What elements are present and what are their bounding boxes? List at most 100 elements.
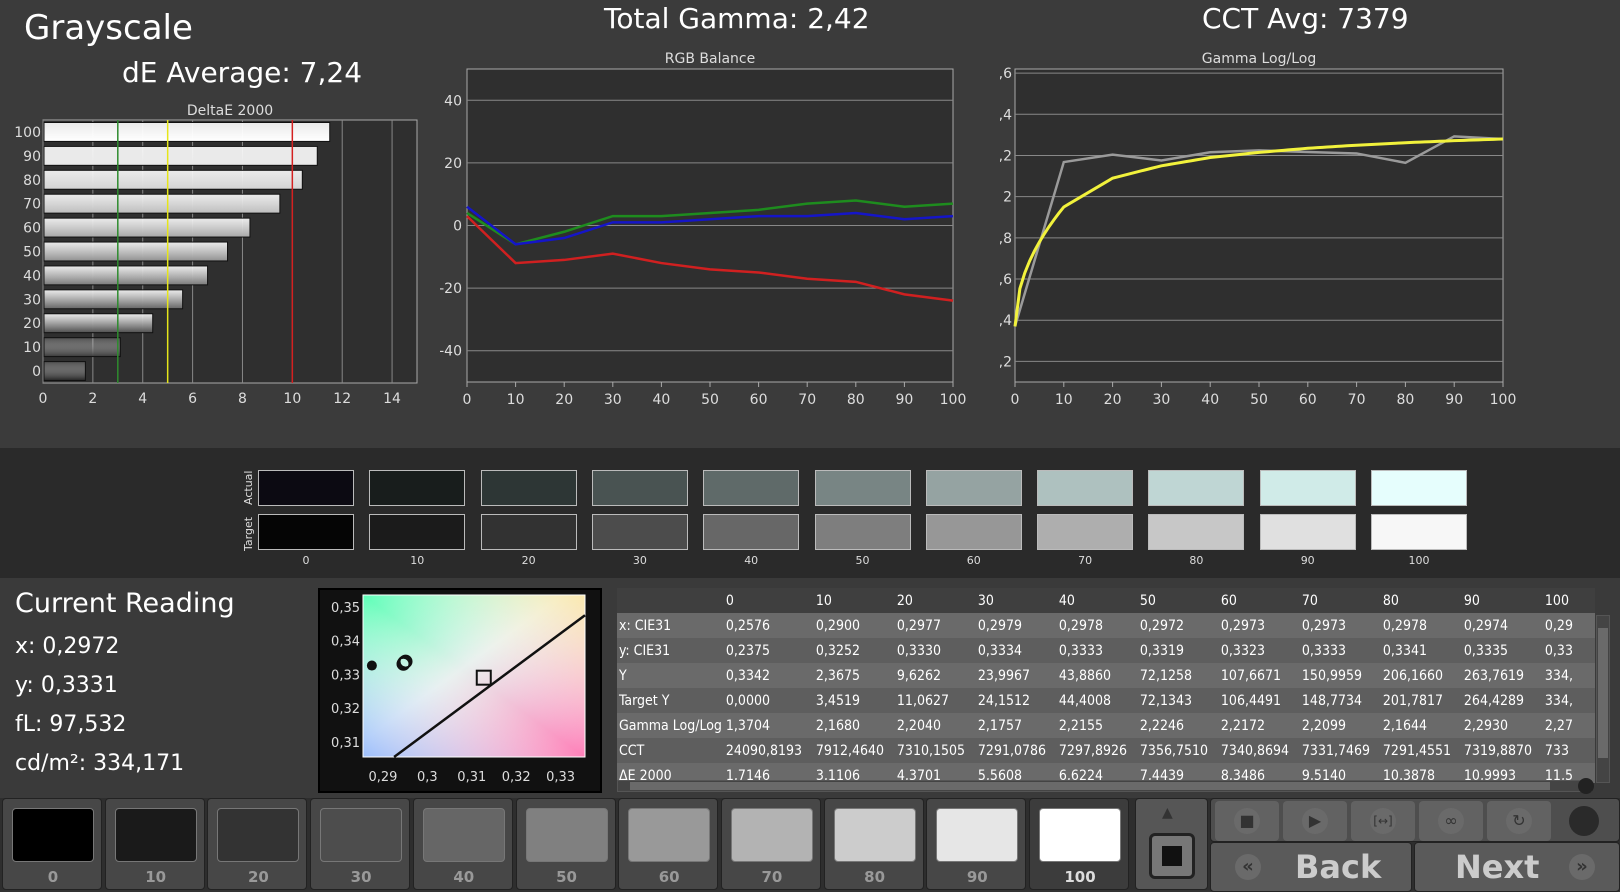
scroll-thumb[interactable] bbox=[1598, 628, 1608, 758]
table-cell: 24090,8193 bbox=[725, 742, 803, 759]
patch-tile[interactable]: 20 bbox=[207, 798, 308, 890]
table-cell: 2,1644 bbox=[1382, 717, 1427, 734]
patch-stepper[interactable]: ▲ bbox=[1135, 798, 1208, 890]
row-label: y: CIE31 bbox=[619, 642, 671, 659]
play-icon: ▶ bbox=[1302, 808, 1328, 834]
patch-chip[interactable] bbox=[936, 808, 1019, 862]
swatch-panel: Actual Target 0 10 20 30 40 50 60 70 80 90 100 bbox=[0, 448, 1620, 578]
patch-tile[interactable]: 30 bbox=[310, 798, 411, 890]
patch-chip[interactable] bbox=[217, 808, 300, 862]
next-button[interactable]: Next » bbox=[1414, 842, 1620, 892]
patch-chip[interactable] bbox=[320, 808, 403, 862]
patch-tile[interactable]: 80 bbox=[823, 798, 924, 890]
hscroll-thumb[interactable] bbox=[630, 782, 1550, 790]
patch-tile[interactable]: 10 bbox=[104, 798, 205, 890]
table-row[interactable]: Gamma Log/Log 1,3704 2,1680 2,2040 2,1757 2,2… bbox=[617, 713, 1595, 738]
column-header: 60 bbox=[1220, 592, 1237, 609]
actual-swatch bbox=[258, 470, 354, 506]
play-button[interactable]: ▶ bbox=[1283, 801, 1347, 841]
table-row[interactable]: y: CIE31 0,2375 0,3252 0,3330 0,3334 0,3333 0,… bbox=[617, 638, 1595, 663]
actual-swatch bbox=[1037, 470, 1134, 506]
y-tick-label: 80 bbox=[23, 173, 41, 189]
x-tick-label: 0,32 bbox=[502, 770, 531, 785]
table-row[interactable]: CCT 24090,8193 7912,4640 7310,1505 7291,0786… bbox=[617, 738, 1595, 763]
table-cell: 0,0000 bbox=[725, 692, 770, 709]
patch-tile[interactable]: 100 bbox=[1029, 798, 1129, 890]
table-cell: 0,2977 bbox=[896, 617, 941, 634]
patch-tile[interactable]: 60 bbox=[618, 798, 719, 890]
table-cell: 0,3341 bbox=[1382, 642, 1427, 659]
target-swatch bbox=[258, 514, 354, 550]
table-cell: 0,3333 bbox=[1058, 642, 1103, 659]
back-button[interactable]: « Back bbox=[1210, 842, 1412, 892]
table-cell: 733 bbox=[1544, 742, 1569, 759]
up-arrow-icon[interactable]: ▲ bbox=[1162, 805, 1173, 821]
table-cell: 264,4289 bbox=[1463, 692, 1525, 709]
swatch-label: 0 bbox=[302, 554, 310, 567]
y-tick-label: 2,4 bbox=[1000, 107, 1012, 123]
y-tick-label: 0 bbox=[453, 219, 462, 235]
y-tick-label: 50 bbox=[23, 245, 41, 261]
patch-tile[interactable]: 0 bbox=[2, 798, 102, 890]
de-average: dE Average: 7,24 bbox=[122, 56, 363, 89]
column-header: 100 bbox=[1544, 592, 1569, 609]
row-label: x: CIE31 bbox=[619, 617, 672, 634]
deltae-bar bbox=[43, 265, 209, 286]
swatch-label: 100 bbox=[1408, 554, 1430, 567]
table-cell: 0,2974 bbox=[1463, 617, 1508, 634]
patch-chip[interactable] bbox=[114, 808, 197, 862]
actual-swatch bbox=[591, 470, 688, 506]
patch-chip[interactable] bbox=[730, 808, 813, 862]
table-row[interactable]: Y 0,3342 2,3675 9,6262 23,9967 43,8860 72,1258… bbox=[617, 663, 1595, 688]
target-swatch bbox=[480, 514, 577, 550]
y-tick-label: 2 bbox=[1003, 190, 1012, 206]
reading-title: Current Reading bbox=[15, 588, 235, 619]
patch-tile[interactable]: 70 bbox=[720, 798, 821, 890]
loop-button[interactable]: ∞ bbox=[1419, 801, 1483, 841]
table-cell: 0,2973 bbox=[1301, 617, 1346, 634]
patch-tile[interactable]: 40 bbox=[412, 798, 513, 890]
swatch-label: 80 bbox=[1189, 554, 1204, 567]
patch-tile[interactable]: 90 bbox=[926, 798, 1027, 890]
y-tick-label: 40 bbox=[444, 93, 462, 109]
x-tick-label: 0 bbox=[39, 391, 48, 407]
table-cell: 107,6671 bbox=[1220, 667, 1282, 684]
y-tick-label: 90 bbox=[23, 149, 41, 165]
patch-tile[interactable]: 50 bbox=[515, 798, 616, 890]
y-tick-label: 0,34 bbox=[331, 635, 360, 650]
stop-button[interactable]: ■ bbox=[1215, 801, 1279, 841]
refresh-icon: ↻ bbox=[1506, 808, 1532, 834]
x-tick-label: 10 bbox=[1055, 392, 1073, 408]
patch-chip[interactable] bbox=[628, 808, 711, 862]
table-cell: 0,2900 bbox=[815, 617, 860, 634]
table-row[interactable]: x: CIE31 0,2576 0,2900 0,2977 0,2979 0,2978 0,… bbox=[617, 613, 1595, 638]
data-table[interactable]: 0 10 20 30 40 50 60 70 80 90 100 x: CIE31 0,2576 0,29… bbox=[617, 588, 1595, 783]
patch-chip[interactable] bbox=[1039, 808, 1121, 862]
table-cell: 263,7619 bbox=[1463, 667, 1525, 684]
stop-patch-icon[interactable] bbox=[1149, 833, 1195, 879]
y-tick-label: 20 bbox=[444, 156, 462, 172]
table-cell: 0,29 bbox=[1544, 617, 1573, 634]
vertical-scrollbar[interactable] bbox=[1596, 615, 1610, 783]
horizontal-scrollbar[interactable] bbox=[617, 780, 1592, 792]
actual-swatch bbox=[369, 470, 466, 506]
back-arrow-icon: « bbox=[1235, 854, 1261, 880]
patch-chip[interactable] bbox=[525, 808, 608, 862]
actual-swatch bbox=[925, 470, 1022, 506]
target-swatch bbox=[1148, 514, 1245, 550]
table-cell: 2,2040 bbox=[896, 717, 941, 734]
fit-button[interactable]: [↔] bbox=[1351, 801, 1415, 841]
patch-chip[interactable] bbox=[833, 808, 916, 862]
patch-chip[interactable] bbox=[12, 808, 94, 862]
actual-swatch bbox=[480, 470, 577, 506]
refresh-button[interactable]: ↻ bbox=[1487, 801, 1551, 841]
header-cell bbox=[617, 588, 724, 613]
table-cell: 44,4008 bbox=[1058, 692, 1111, 709]
target-label: Target bbox=[242, 516, 255, 551]
y-tick-label: 0,32 bbox=[331, 702, 360, 717]
x-tick-label: 14 bbox=[383, 391, 401, 407]
column-header: 50 bbox=[1139, 592, 1156, 609]
patch-chip[interactable] bbox=[422, 808, 505, 862]
table-row[interactable]: Target Y 0,0000 3,4519 11,0627 24,1512 44,400… bbox=[617, 688, 1595, 713]
table-cell: 0,3342 bbox=[725, 667, 770, 684]
